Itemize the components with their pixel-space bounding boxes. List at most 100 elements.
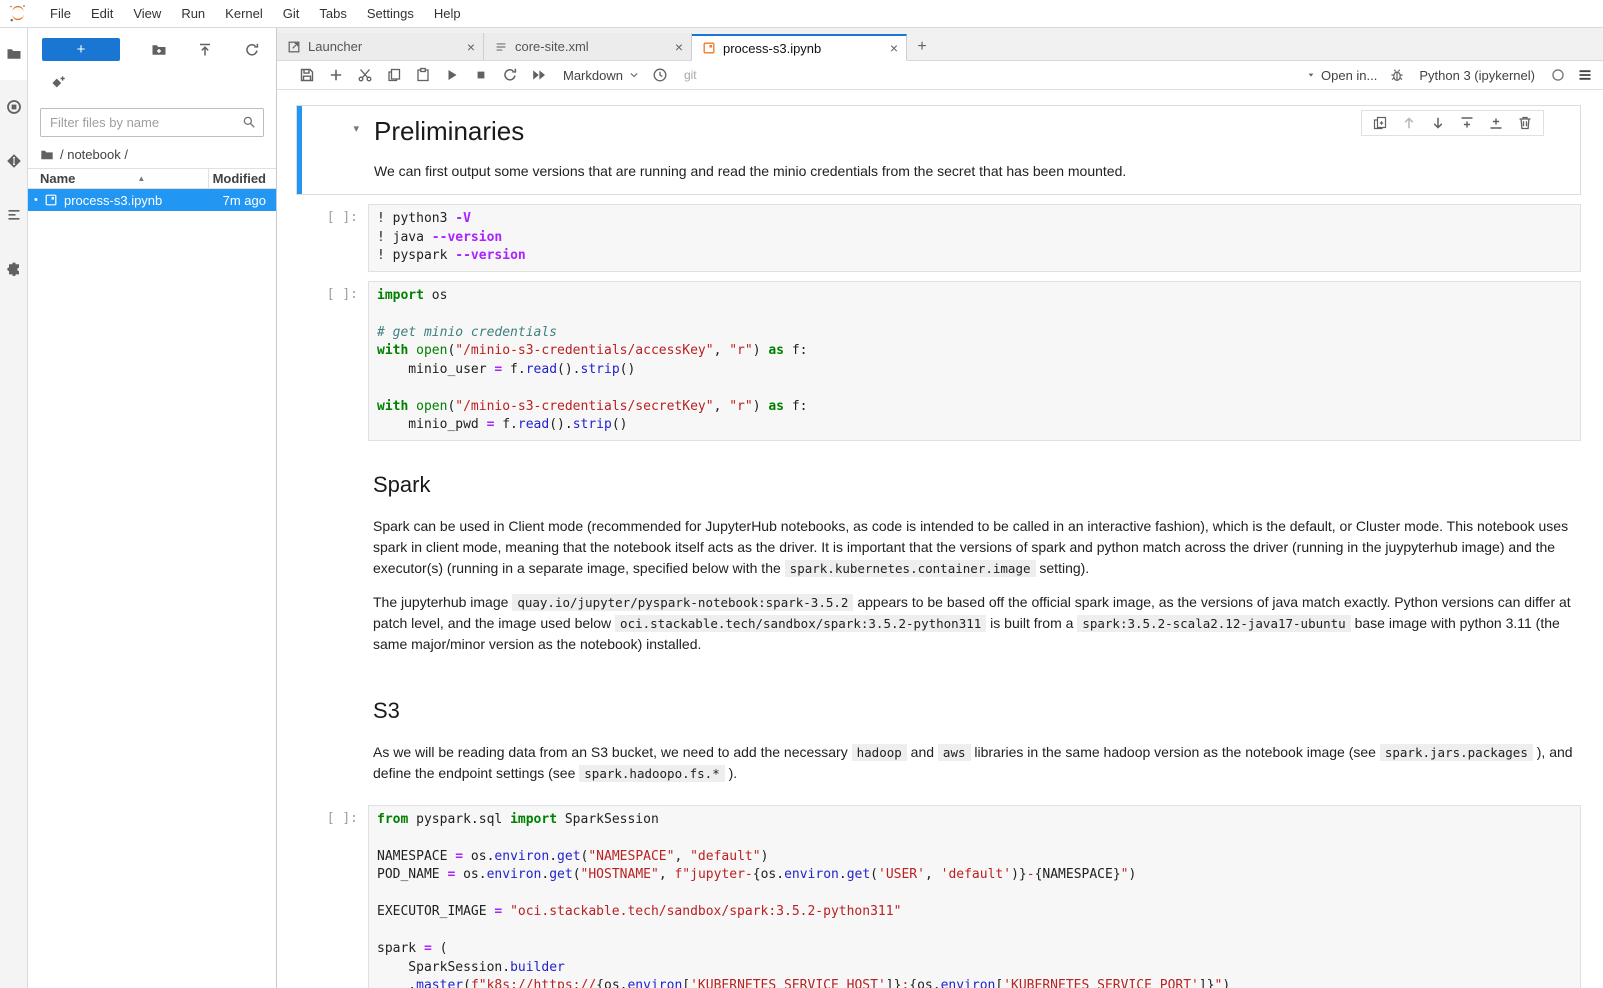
file-row[interactable]: •process-s3.ipynb7m ago: [28, 189, 276, 211]
menu-edit[interactable]: Edit: [81, 1, 123, 26]
tab-label: process-s3.ipynb: [723, 41, 875, 56]
cell-list: ▾PreliminariesWe can first output some v…: [277, 90, 1603, 988]
tab-launcher[interactable]: Launcher ×: [277, 33, 484, 60]
insert-cell-below-button[interactable]: [1488, 115, 1504, 131]
menu-run[interactable]: Run: [171, 1, 215, 26]
menu-view[interactable]: View: [123, 1, 171, 26]
launcher-icon: [287, 40, 301, 54]
cell-type-dropdown[interactable]: Markdown: [563, 68, 640, 83]
insert-cell-above-button[interactable]: [1459, 115, 1475, 131]
interrupt-kernel-button[interactable]: [473, 67, 489, 83]
inline-code: spark.hadoopo.fs.*: [579, 765, 724, 782]
file-modified: 7m ago: [223, 193, 276, 208]
code-cell[interactable]: [ ]:import os # get minio credentialswit…: [296, 281, 1581, 441]
file-browser-tab[interactable]: [0, 28, 27, 80]
markdown-cell[interactable]: S3 As we will be reading data from an S3 …: [296, 676, 1581, 796]
markdown-body: SparkSpark can be used in Client mode (r…: [368, 450, 1581, 667]
code-editor[interactable]: ! python3 -V! java --version! pyspark --…: [368, 204, 1581, 272]
sort-ascending-icon: ▲: [137, 174, 145, 183]
close-tab-icon[interactable]: ×: [890, 40, 898, 56]
menu-help[interactable]: Help: [424, 1, 471, 26]
tab-process-s3-ipynb[interactable]: process-s3.ipynb ×: [692, 34, 907, 61]
run-button[interactable]: [444, 67, 460, 83]
execution-time-icon: [652, 67, 668, 83]
markdown-heading: S3: [373, 698, 1581, 724]
code-cell[interactable]: [ ]:from pyspark.sql import SparkSession…: [296, 805, 1581, 988]
copy-cell-button[interactable]: [386, 67, 402, 83]
paste-cell-button[interactable]: [415, 67, 431, 83]
open-in-dropdown[interactable]: Open in...: [1306, 68, 1377, 83]
cut-cell-button[interactable]: [357, 67, 373, 83]
running-dot-icon: •: [34, 194, 44, 206]
breadcrumb-path: / notebook /: [60, 147, 128, 162]
file-browser-panel: + / notebook / Name ▲ Modified •process-…: [28, 28, 277, 988]
menu-kernel[interactable]: Kernel: [215, 1, 273, 26]
markdown-cell[interactable]: ▾PreliminariesWe can first output some v…: [296, 105, 1581, 195]
save-button[interactable]: [299, 67, 315, 83]
file-listing: •process-s3.ipynb7m ago: [28, 189, 276, 211]
kernel-name[interactable]: Python 3 (ipykernel): [1419, 68, 1535, 83]
cell-prompt: [ ]:: [296, 281, 368, 441]
cell-prompt: [ ]:: [296, 805, 368, 988]
new-launcher-button[interactable]: +: [42, 38, 120, 61]
markdown-paragraph: As we will be reading data from an S3 bu…: [373, 742, 1581, 784]
filter-files-input[interactable]: [40, 108, 264, 137]
debugger-icon[interactable]: [1389, 67, 1405, 83]
close-tab-icon[interactable]: ×: [675, 39, 683, 55]
notebook-content: ▾PreliminariesWe can first output some v…: [277, 90, 1603, 988]
table-of-contents-tab[interactable]: [0, 188, 27, 242]
restart-run-all-button[interactable]: [531, 67, 547, 83]
git-clone-icon[interactable]: [50, 75, 66, 91]
running-sessions-tab[interactable]: [0, 80, 27, 134]
file-icon: [494, 40, 508, 54]
duplicate-cell-button[interactable]: [1372, 115, 1388, 131]
extension-manager-tab[interactable]: [0, 242, 27, 296]
search-icon: [242, 115, 256, 129]
markdown-paragraph: The jupyterhub image quay.io/jupyter/pys…: [373, 592, 1581, 655]
file-list-header: Name ▲ Modified: [28, 168, 276, 189]
menu-settings[interactable]: Settings: [357, 1, 424, 26]
inline-code: aws: [938, 744, 971, 761]
puzzle-icon: [6, 261, 22, 277]
home-folder-icon[interactable]: [40, 148, 54, 162]
sort-by-name-header[interactable]: Name ▲: [28, 171, 208, 186]
cell-type-value: Markdown: [563, 68, 623, 83]
git-tab[interactable]: [0, 134, 27, 188]
menu-file[interactable]: File: [40, 1, 81, 26]
folder-icon: [6, 46, 22, 62]
left-activity-bar: [0, 28, 28, 988]
new-tab-button[interactable]: +: [907, 33, 937, 60]
markdown-paragraph: Spark can be used in Client mode (recomm…: [373, 516, 1581, 579]
code-editor[interactable]: import os # get minio credentialswith op…: [368, 281, 1581, 441]
menu-git[interactable]: Git: [273, 1, 310, 26]
menu-tabs[interactable]: Tabs: [309, 1, 356, 26]
new-folder-button[interactable]: [151, 42, 167, 58]
tab-core-site-xml[interactable]: core-site.xml ×: [484, 33, 692, 60]
code-editor[interactable]: from pyspark.sql import SparkSession NAM…: [368, 805, 1581, 988]
close-tab-icon[interactable]: ×: [467, 39, 475, 55]
toolbar-menu-icon[interactable]: [1577, 67, 1593, 83]
cell-toolbar: [1361, 110, 1544, 136]
delete-cell-button[interactable]: [1517, 115, 1533, 131]
inline-code: spark.kubernetes.container.image: [785, 560, 1036, 577]
breadcrumb[interactable]: / notebook /: [40, 147, 264, 162]
running-icon: [6, 99, 22, 115]
jupyter-logo: [8, 3, 30, 25]
cell-collapser-icon[interactable]: ▾: [297, 106, 369, 194]
open-in-label: Open in...: [1321, 68, 1377, 83]
refresh-button[interactable]: [244, 42, 260, 58]
sort-by-modified-header[interactable]: Modified: [208, 169, 276, 188]
menu-bar-items: FileEditViewRunKernelGitTabsSettingsHelp: [40, 1, 471, 26]
insert-cell-button[interactable]: [328, 67, 344, 83]
move-cell-down-button[interactable]: [1430, 115, 1446, 131]
chevron-down-icon: [628, 69, 640, 81]
tab-label: core-site.xml: [515, 39, 660, 54]
markdown-paragraph: We can first output some versions that a…: [374, 161, 1580, 182]
code-cell[interactable]: [ ]:! python3 -V! java --version! pyspar…: [296, 204, 1581, 272]
restart-kernel-button[interactable]: [502, 67, 518, 83]
upload-button[interactable]: [197, 42, 213, 58]
tab-label: Launcher: [308, 39, 452, 54]
git-diamond-icon: [6, 153, 22, 169]
markdown-cell[interactable]: SparkSpark can be used in Client mode (r…: [296, 450, 1581, 667]
inline-code: spark.jars.packages: [1380, 744, 1533, 761]
